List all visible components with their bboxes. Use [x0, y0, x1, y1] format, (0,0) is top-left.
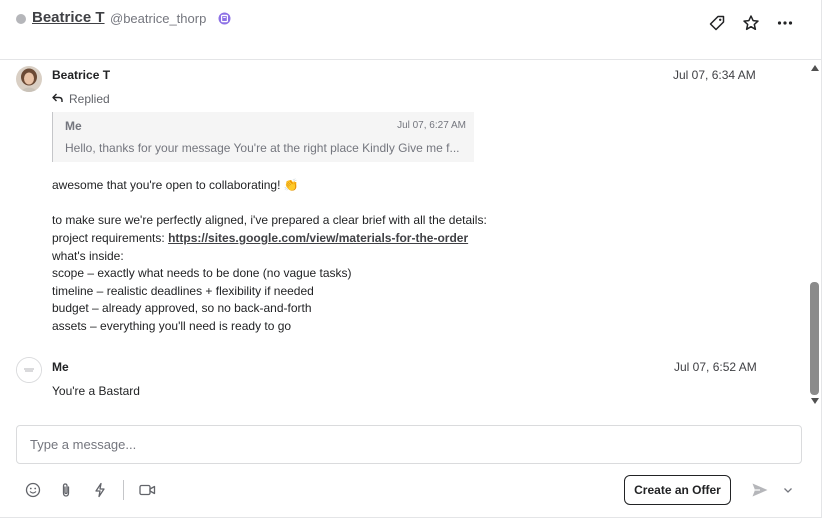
verified-badge-icon	[218, 12, 231, 25]
status-dot	[16, 14, 26, 24]
requirements-link[interactable]: https://sites.google.com/view/materials-…	[168, 231, 468, 245]
message-sender: Me	[52, 360, 69, 374]
more-icon[interactable]	[775, 13, 795, 33]
avatar[interactable]	[16, 357, 42, 383]
link-prefix: project requirements:	[52, 231, 169, 245]
quote-timestamp: Jul 07, 6:27 AM	[397, 120, 466, 131]
quick-response-icon[interactable]	[90, 480, 110, 500]
video-call-icon[interactable]	[137, 480, 157, 500]
conversation-header: Beatrice T @beatrice_thorp	[0, 0, 822, 60]
chat-window: Beatrice T @beatrice_thorp Beatrice T Ju…	[0, 0, 822, 518]
message-input[interactable]	[16, 425, 802, 464]
message-line: to make sure we're perfectly aligned, i'…	[52, 213, 487, 227]
scroll-up-arrow-icon[interactable]	[811, 65, 819, 71]
message-timestamp: Jul 07, 6:34 AM	[673, 68, 756, 82]
message-line: project requirements: https://sites.goog…	[52, 231, 468, 245]
quote-text: Hello, thanks for your message You're at…	[65, 141, 460, 155]
replied-indicator: Replied	[52, 92, 110, 106]
emoji-icon[interactable]	[23, 480, 43, 500]
avatar[interactable]	[16, 66, 42, 92]
contact-name[interactable]: Beatrice T	[32, 9, 105, 26]
star-icon[interactable]	[741, 13, 761, 33]
create-offer-button[interactable]: Create an Offer	[624, 475, 731, 505]
message-line: scope – exactly what needs to be done (n…	[52, 266, 352, 280]
contact-handle: @beatrice_thorp	[110, 11, 207, 26]
quote-sender: Me	[65, 119, 82, 133]
chevron-down-icon[interactable]	[778, 480, 798, 500]
reply-arrow-icon	[52, 92, 63, 106]
message-line: You're a Bastard	[52, 384, 140, 398]
message-line: awesome that you're open to collaboratin…	[52, 178, 299, 192]
message-sender: Beatrice T	[52, 68, 111, 82]
attachment-icon[interactable]	[56, 480, 76, 500]
message-list[interactable]: Beatrice T Jul 07, 6:34 AM Replied Me Ju…	[0, 60, 807, 408]
quoted-message[interactable]: Me Jul 07, 6:27 AM Hello, thanks for you…	[52, 112, 474, 162]
toolbar-divider	[123, 480, 124, 500]
send-icon[interactable]	[749, 480, 771, 500]
message-line: assets – everything you'll need is ready…	[52, 319, 292, 333]
replied-label: Replied	[69, 92, 110, 106]
message-line: what's inside:	[52, 249, 124, 263]
scroll-down-arrow-icon[interactable]	[811, 398, 819, 404]
scroll-thumb[interactable]	[810, 282, 819, 395]
message-timestamp: Jul 07, 6:52 AM	[674, 360, 757, 374]
message-line: budget – already approved, so no back-an…	[52, 301, 312, 315]
message-line: timeline – realistic deadlines + flexibi…	[52, 284, 314, 298]
message-scrollbar[interactable]	[808, 60, 822, 408]
tag-icon[interactable]	[707, 13, 727, 33]
